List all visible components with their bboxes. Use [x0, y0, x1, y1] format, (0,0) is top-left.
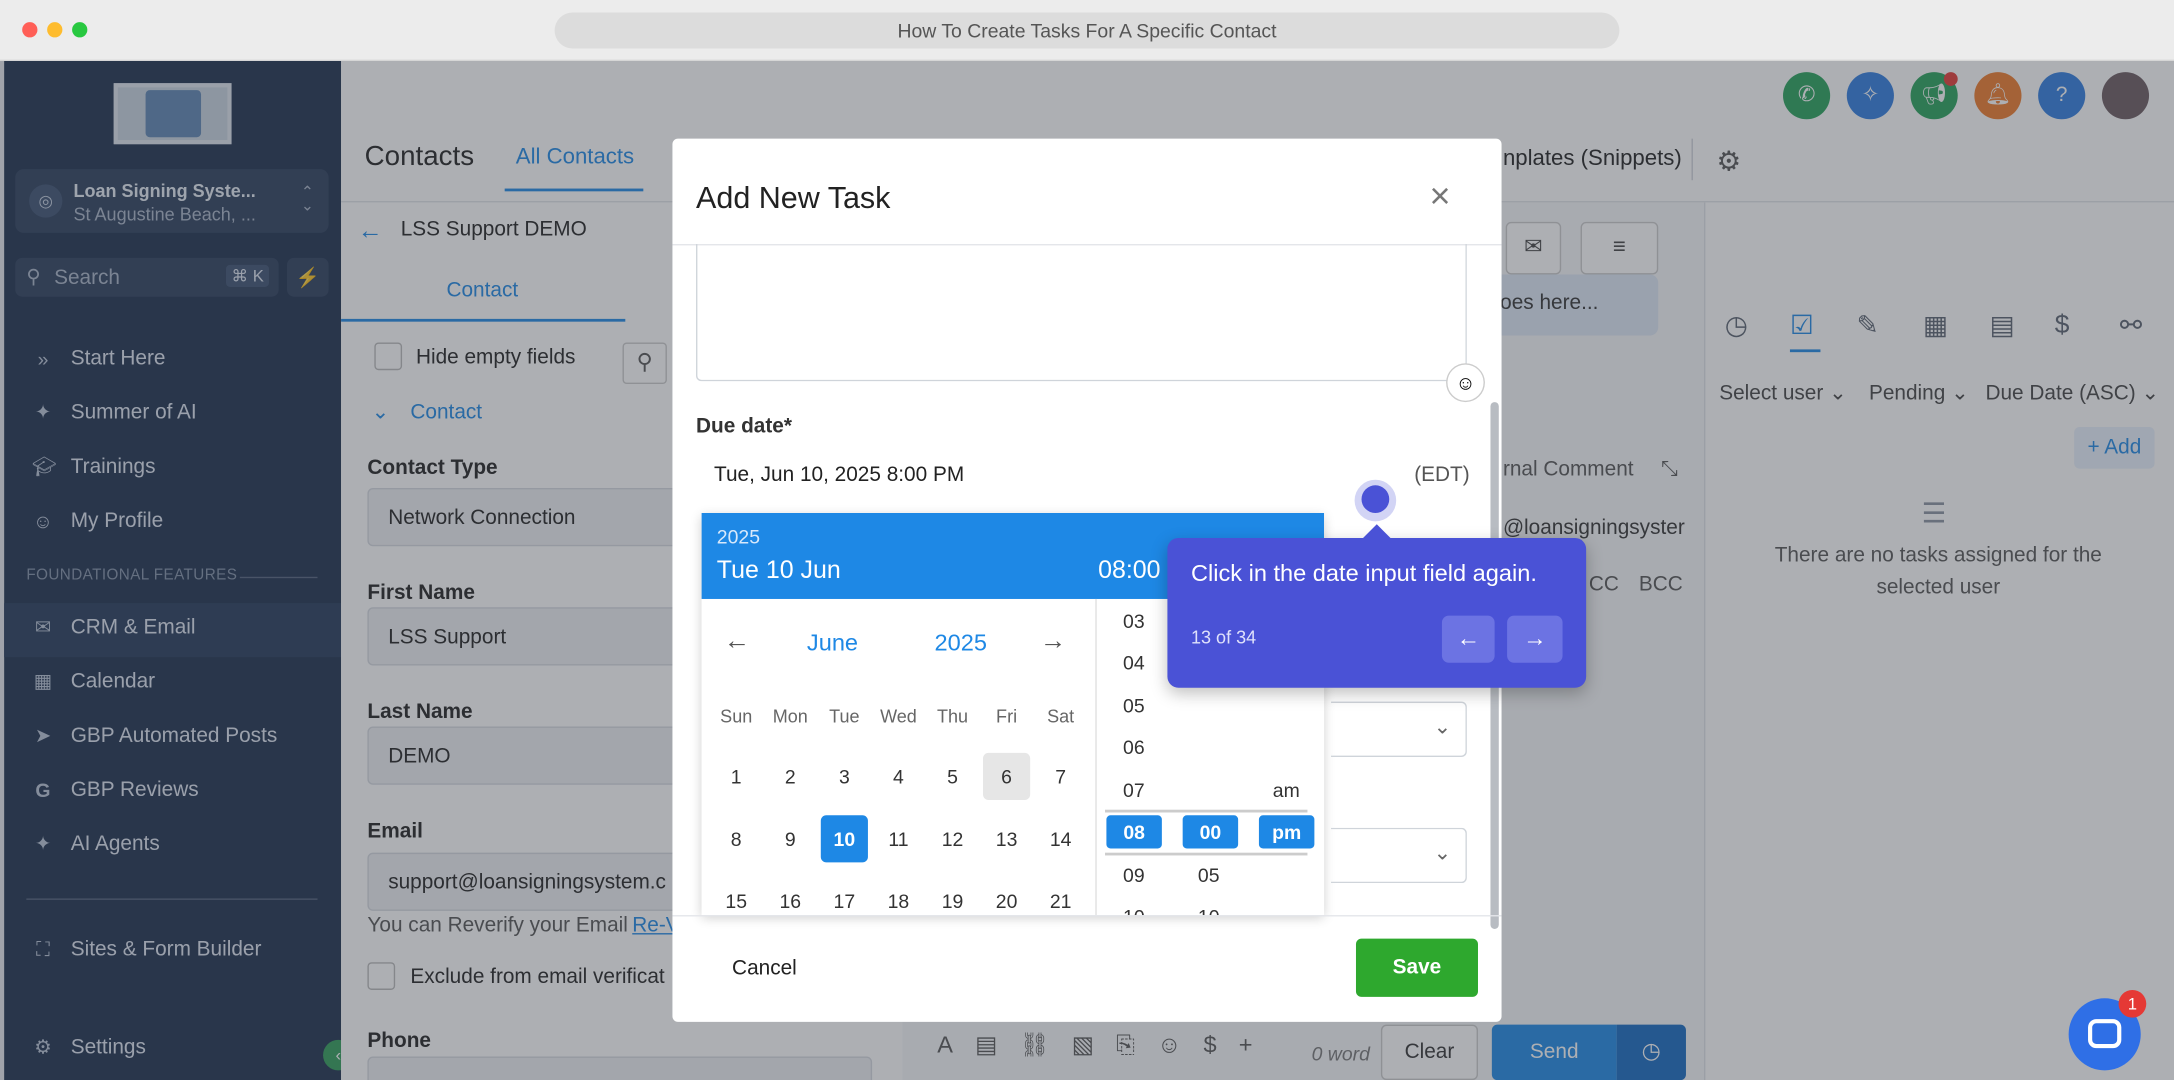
guide-tooltip: Click in the date input field again. 13 … [1167, 524, 1587, 688]
day-cell[interactable]: 14 [1037, 815, 1084, 862]
status-select[interactable]: ⌄ [1331, 827, 1467, 884]
hour-selected[interactable]: 08 [1106, 815, 1162, 849]
next-month-icon[interactable]: → [1040, 627, 1066, 658]
hour-option[interactable]: 09 [1123, 864, 1145, 886]
hour-option[interactable]: 05 [1123, 695, 1145, 717]
picker-header-date[interactable]: Tue 10 Jun [717, 556, 841, 585]
ampm-selected[interactable]: pm [1258, 815, 1315, 849]
due-date-label: Due date* [696, 414, 792, 439]
modal-footer-divider [672, 915, 1502, 917]
browser-titlebar: How To Create Tasks For A Specific Conta… [0, 0, 2174, 62]
chat-bubble-icon [2088, 1019, 2122, 1049]
picker-header-time[interactable]: 08:00 [1098, 556, 1160, 585]
close-window-dot[interactable] [22, 22, 38, 38]
picker-header-year[interactable]: 2025 [717, 525, 760, 547]
day-cell[interactable]: 15 [713, 878, 760, 915]
day-cell[interactable]: 18 [875, 878, 922, 915]
modal-title: Add New Task [696, 180, 891, 215]
assignee-select[interactable]: ⌄ [1331, 701, 1467, 758]
save-button[interactable]: Save [1355, 938, 1478, 997]
day-cell[interactable]: 4 [875, 753, 922, 800]
day-cell[interactable]: 16 [767, 878, 814, 915]
hour-option[interactable]: 07 [1123, 779, 1145, 801]
day-cell[interactable]: 20 [983, 878, 1030, 915]
weekday-header: Fri [996, 705, 1018, 727]
chevron-down-icon: ⌄ [1433, 841, 1452, 866]
emoji-assist-icon[interactable]: ☺ [1446, 363, 1485, 403]
tooltip-counter: 13 of 34 [1190, 626, 1257, 648]
timezone-label: (EDT) [1414, 463, 1470, 487]
time-selection-line [1105, 852, 1308, 856]
tooltip-next-button[interactable]: → [1507, 615, 1563, 663]
day-cell[interactable]: 5 [929, 753, 976, 800]
chevron-down-icon: ⌄ [1433, 715, 1452, 739]
day-cell[interactable]: 12 [929, 815, 976, 862]
day-cell-selected[interactable]: 10 [820, 815, 868, 863]
time-selection-line [1105, 809, 1308, 813]
day-cell[interactable]: 3 [821, 753, 868, 800]
day-cell[interactable]: 19 [929, 878, 976, 915]
description-textarea[interactable] [696, 244, 1467, 382]
year-label[interactable]: 2025 [934, 629, 986, 657]
ampm-option-am[interactable]: am [1273, 779, 1300, 801]
day-cell[interactable]: 1 [713, 753, 760, 800]
minute-option[interactable]: 10 [1198, 905, 1220, 915]
url-bar[interactable]: How To Create Tasks For A Specific Conta… [554, 12, 1620, 49]
minimize-window-dot[interactable] [47, 22, 63, 38]
cancel-button[interactable]: Cancel [732, 957, 797, 981]
minute-option[interactable]: 05 [1198, 864, 1220, 886]
close-icon[interactable]: × [1429, 177, 1450, 213]
hour-option[interactable]: 06 [1123, 736, 1145, 758]
maximize-window-dot[interactable] [72, 22, 88, 38]
day-cell[interactable]: 11 [875, 815, 922, 862]
weekday-header: Tue [829, 705, 860, 727]
weekday-header: Thu [936, 705, 969, 727]
hour-option[interactable]: 10 [1123, 905, 1145, 915]
tooltip-text: Click in the date input field again. [1190, 560, 1537, 587]
hour-option[interactable]: 04 [1123, 652, 1145, 674]
weekday-header: Wed [880, 705, 917, 727]
due-date-input[interactable]: Tue, Jun 10, 2025 8:00 PM [714, 463, 964, 487]
day-cell[interactable]: 8 [713, 815, 760, 862]
day-cell[interactable]: 7 [1037, 753, 1084, 800]
day-cell[interactable]: 13 [983, 815, 1030, 862]
month-label[interactable]: June [807, 629, 858, 657]
tooltip-prev-button[interactable]: ← [1441, 615, 1495, 663]
weekday-header: Sat [1047, 705, 1075, 727]
hour-option[interactable]: 03 [1123, 610, 1145, 632]
day-cell[interactable]: 2 [767, 753, 814, 800]
app-frame: How To Create Tasks For A Specific Conta… [0, 0, 2174, 1080]
day-cell[interactable]: 17 [821, 878, 868, 915]
time-divider [1095, 598, 1097, 916]
click-indicator-dot [1361, 485, 1390, 513]
prev-month-icon[interactable]: ← [724, 627, 750, 658]
day-cell[interactable]: 21 [1037, 878, 1084, 915]
weekday-header: Sun [720, 705, 753, 727]
minute-selected[interactable]: 00 [1182, 815, 1239, 849]
day-cell-today[interactable]: 6 [983, 752, 1031, 800]
day-cell[interactable]: 9 [767, 815, 814, 862]
chat-badge: 1 [2118, 989, 2147, 1018]
weekday-header: Mon [772, 705, 808, 727]
